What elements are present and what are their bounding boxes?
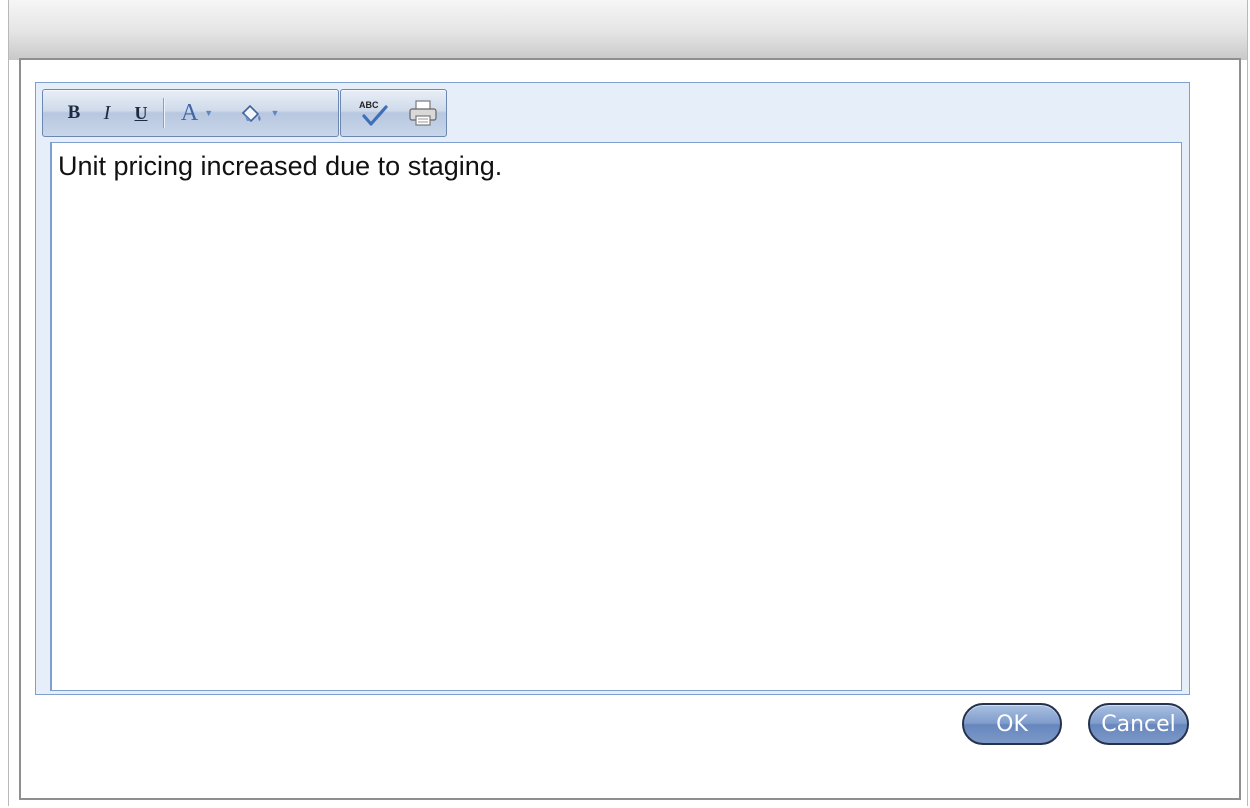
- print-button[interactable]: [403, 97, 443, 129]
- font-color-button[interactable]: A ▼: [172, 97, 222, 129]
- font-color-icon: A: [180, 99, 199, 126]
- print-icon: [409, 100, 437, 126]
- spellcheck-button[interactable]: ABC: [353, 97, 393, 129]
- note-text-area[interactable]: Unit pricing increased due to staging.: [50, 142, 1182, 691]
- toolbar-separator: [163, 98, 164, 128]
- underline-icon: U: [134, 102, 148, 123]
- text-format-group: B I U A ▼ ▼: [42, 89, 339, 137]
- spellcheck-icon: ABC: [359, 100, 388, 126]
- spellcheck-label: ABC: [359, 100, 379, 110]
- ok-button[interactable]: OK: [962, 703, 1062, 745]
- italic-button[interactable]: I: [87, 97, 127, 129]
- bold-icon: B: [67, 102, 81, 123]
- italic-icon: I: [103, 101, 111, 124]
- note-text: Unit pricing increased due to staging.: [58, 151, 503, 181]
- bold-button[interactable]: B: [61, 97, 87, 129]
- formatting-toolbar: B I U A ▼ ▼ ABC: [42, 89, 447, 137]
- highlight-color-button[interactable]: ▼: [232, 97, 286, 129]
- cancel-button[interactable]: Cancel: [1088, 703, 1189, 745]
- tools-group: ABC: [340, 89, 447, 137]
- underline-button[interactable]: U: [127, 97, 155, 129]
- chevron-down-icon: ▼: [204, 108, 214, 118]
- highlight-color-icon: [241, 104, 261, 123]
- chevron-down-icon: ▼: [270, 108, 280, 118]
- title-bar[interactable]: [9, 0, 1247, 60]
